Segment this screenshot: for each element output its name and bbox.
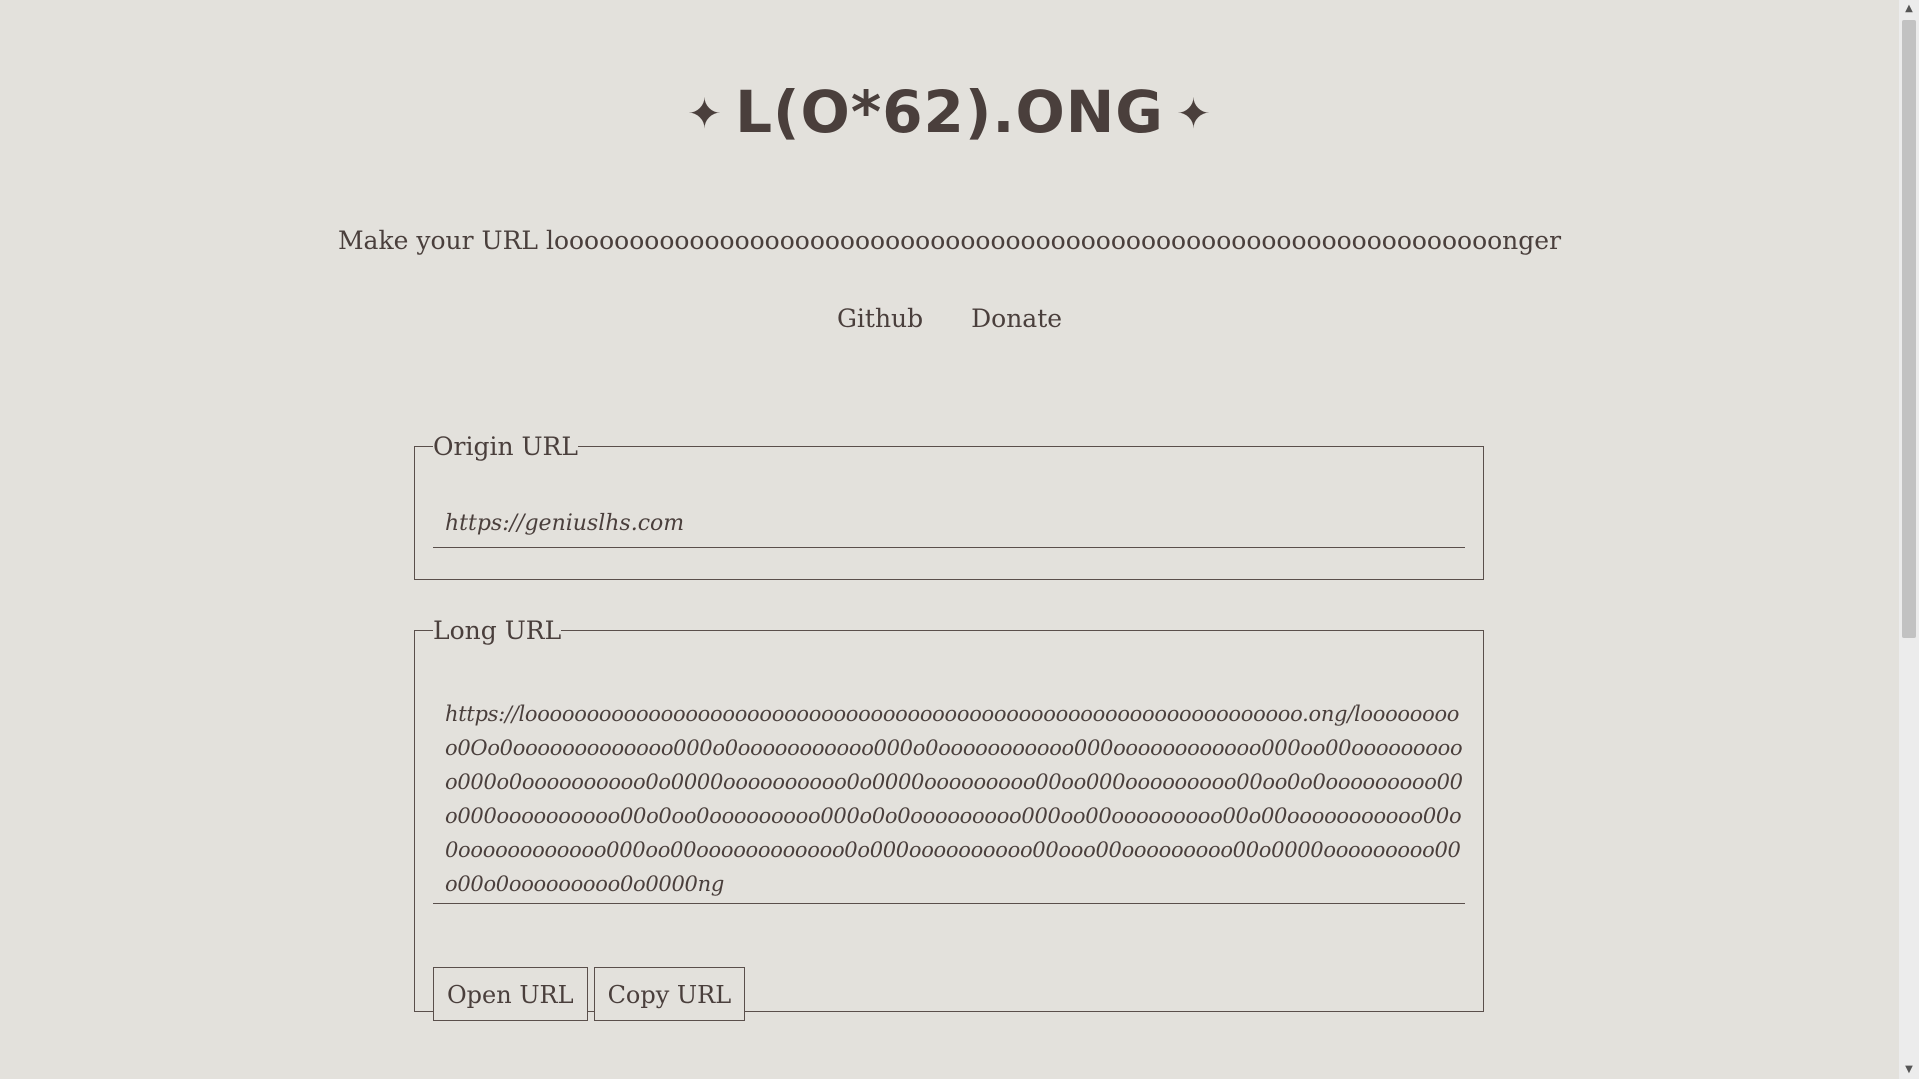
github-link[interactable]: Github [837, 304, 923, 333]
vertical-scrollbar[interactable]: ▲ ▼ [1899, 0, 1919, 1079]
long-url-fieldset: Long URL https://loooooooooooooooooooooo… [414, 616, 1484, 1021]
scrollbar-thumb[interactable] [1902, 20, 1916, 638]
copy-url-button[interactable]: Copy URL [593, 967, 746, 1021]
title-text: L(O*62).ONG [735, 78, 1164, 146]
origin-url-value: https://geniuslhs.com [445, 511, 685, 536]
page-title: ✦ L(O*62).ONG ✦ [0, 78, 1899, 146]
origin-url-fieldset: Origin URL https://geniuslhs.com [414, 432, 1484, 580]
donate-link[interactable]: Donate [971, 304, 1062, 333]
long-url-value: https://looooooooooooooooooooooooooooooo… [445, 702, 1463, 896]
open-url-button[interactable]: Open URL [433, 967, 588, 1021]
action-buttons: Open URL Copy URL [433, 967, 746, 1021]
scroll-down-arrow-icon[interactable]: ▼ [1899, 1061, 1919, 1079]
sparkle-right-icon: ✦ [1175, 89, 1213, 139]
long-url-output[interactable]: https://looooooooooooooooooooooooooooooo… [433, 689, 1465, 904]
origin-url-legend: Origin URL [433, 432, 578, 461]
origin-url-input[interactable]: https://geniuslhs.com [433, 499, 1465, 548]
long-url-legend: Long URL [433, 616, 562, 645]
sparkle-left-icon: ✦ [686, 89, 724, 139]
scroll-up-arrow-icon[interactable]: ▲ [1899, 0, 1919, 18]
nav-links: Github Donate [0, 304, 1899, 333]
main-content: ✦ L(O*62).ONG ✦ Make your URL looooooooooo… [0, 0, 1899, 1079]
page: ✦ L(O*62).ONG ✦ Make your URL looooooooooo… [0, 0, 1919, 1079]
tagline: Make your URL looooooooooooooooooooooooo… [337, 226, 1562, 255]
